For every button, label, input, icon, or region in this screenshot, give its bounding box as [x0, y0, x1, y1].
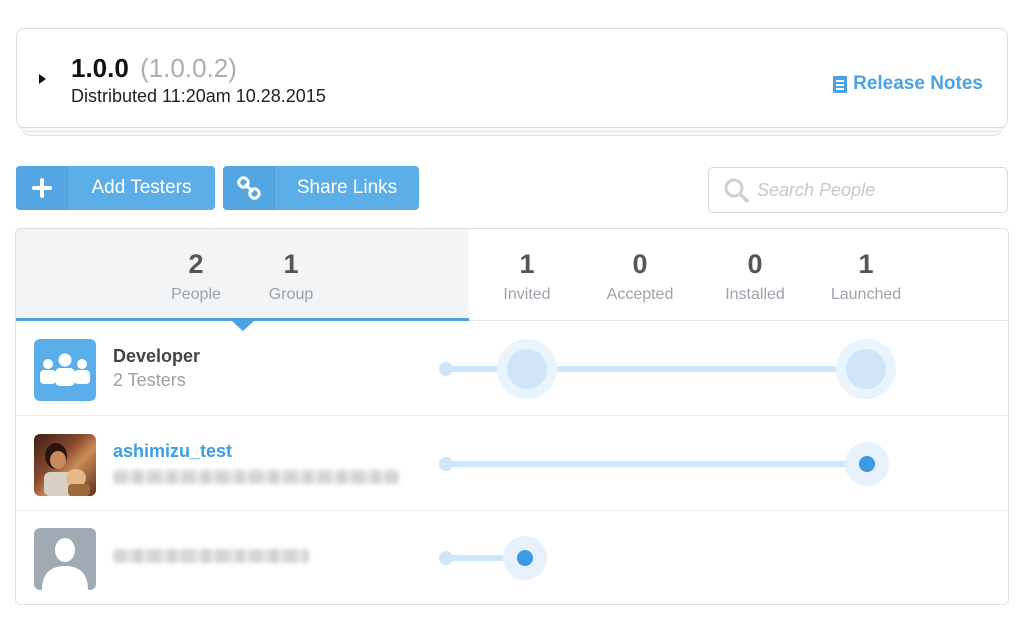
- status-dot-start: [439, 362, 453, 376]
- distributed-date: Distributed 11:20am 10.28.2015: [71, 86, 326, 106]
- release-card: 1.0.0 (1.0.0.2) Distributed 11:20am 10.2…: [16, 28, 1008, 128]
- search-icon: [724, 178, 749, 203]
- row-name: Developer: [113, 346, 201, 366]
- status-dot-current: [517, 550, 533, 566]
- redacted-email: [113, 470, 399, 484]
- status-dot-start: [439, 551, 453, 565]
- stat-invited[interactable]: 1 Invited: [495, 249, 559, 304]
- add-testers-label: Add Testers: [91, 177, 192, 198]
- release-notes-link[interactable]: Release Notes: [833, 73, 983, 95]
- stat-invited-value: 1: [519, 249, 535, 279]
- stat-group[interactable]: 1 Group: [261, 249, 321, 304]
- default-avatar-icon: [34, 528, 96, 590]
- testers-panel: 2 People 1 Group 1 Invited 0 Accepted 0 …: [15, 228, 1009, 605]
- share-links-button[interactable]: Share Links: [223, 166, 419, 210]
- tester-row-group[interactable]: Developer 2 Testers: [16, 322, 1008, 416]
- stat-accepted-value: 0: [632, 249, 648, 279]
- stat-people-value: 2: [188, 249, 204, 279]
- stat-launched[interactable]: 1 Launched: [823, 249, 909, 304]
- stat-invited-label: Invited: [503, 286, 551, 303]
- document-icon: [833, 75, 848, 93]
- status-stats: 1 Invited 0 Accepted 0 Installed 1 Launc…: [469, 229, 1008, 321]
- expand-caret-icon[interactable]: [39, 74, 46, 84]
- stat-people-label: People: [171, 286, 221, 303]
- stat-group-value: 1: [283, 249, 299, 279]
- redacted-email: [113, 549, 309, 563]
- stat-accepted[interactable]: 0 Accepted: [595, 249, 685, 304]
- stat-people[interactable]: 2 People: [166, 249, 226, 304]
- release-card-stack: 1.0.0 (1.0.0.2) Distributed 11:20am 10.2…: [16, 28, 1008, 136]
- status-dot-current: [859, 456, 875, 472]
- status-dot-start: [439, 457, 453, 471]
- status-dot-invited: [507, 349, 547, 389]
- tester-row-person[interactable]: [16, 511, 1008, 604]
- stat-group-label: Group: [268, 286, 314, 303]
- group-avatar-icon: [34, 339, 96, 401]
- search-input[interactable]: [757, 179, 997, 201]
- row-subtitle: 2 Testers: [113, 370, 186, 390]
- link-icon: [223, 166, 275, 210]
- stat-installed[interactable]: 0 Installed: [713, 249, 797, 304]
- tester-row-person[interactable]: ashimizu_test: [16, 417, 1008, 511]
- search-box[interactable]: [708, 167, 1008, 213]
- build-number: (1.0.0.2): [140, 53, 237, 83]
- status-track: [446, 461, 868, 467]
- row-name-link[interactable]: ashimizu_test: [113, 441, 232, 462]
- release-version: 1.0.0 (1.0.0.2): [71, 53, 237, 84]
- status-dot-launched: [846, 349, 886, 389]
- stat-launched-label: Launched: [830, 286, 902, 303]
- stat-installed-label: Installed: [725, 286, 785, 303]
- share-links-label: Share Links: [296, 177, 398, 198]
- version-number: 1.0.0: [71, 53, 129, 83]
- plus-icon: [16, 166, 68, 210]
- user-photo-avatar: [34, 434, 96, 496]
- add-testers-button[interactable]: Add Testers: [16, 166, 215, 210]
- stat-installed-value: 0: [747, 249, 763, 279]
- stat-launched-value: 1: [858, 249, 874, 279]
- stat-accepted-label: Accepted: [606, 286, 674, 303]
- release-notes-label: Release Notes: [853, 73, 983, 94]
- audience-stats[interactable]: 2 People 1 Group: [16, 229, 469, 321]
